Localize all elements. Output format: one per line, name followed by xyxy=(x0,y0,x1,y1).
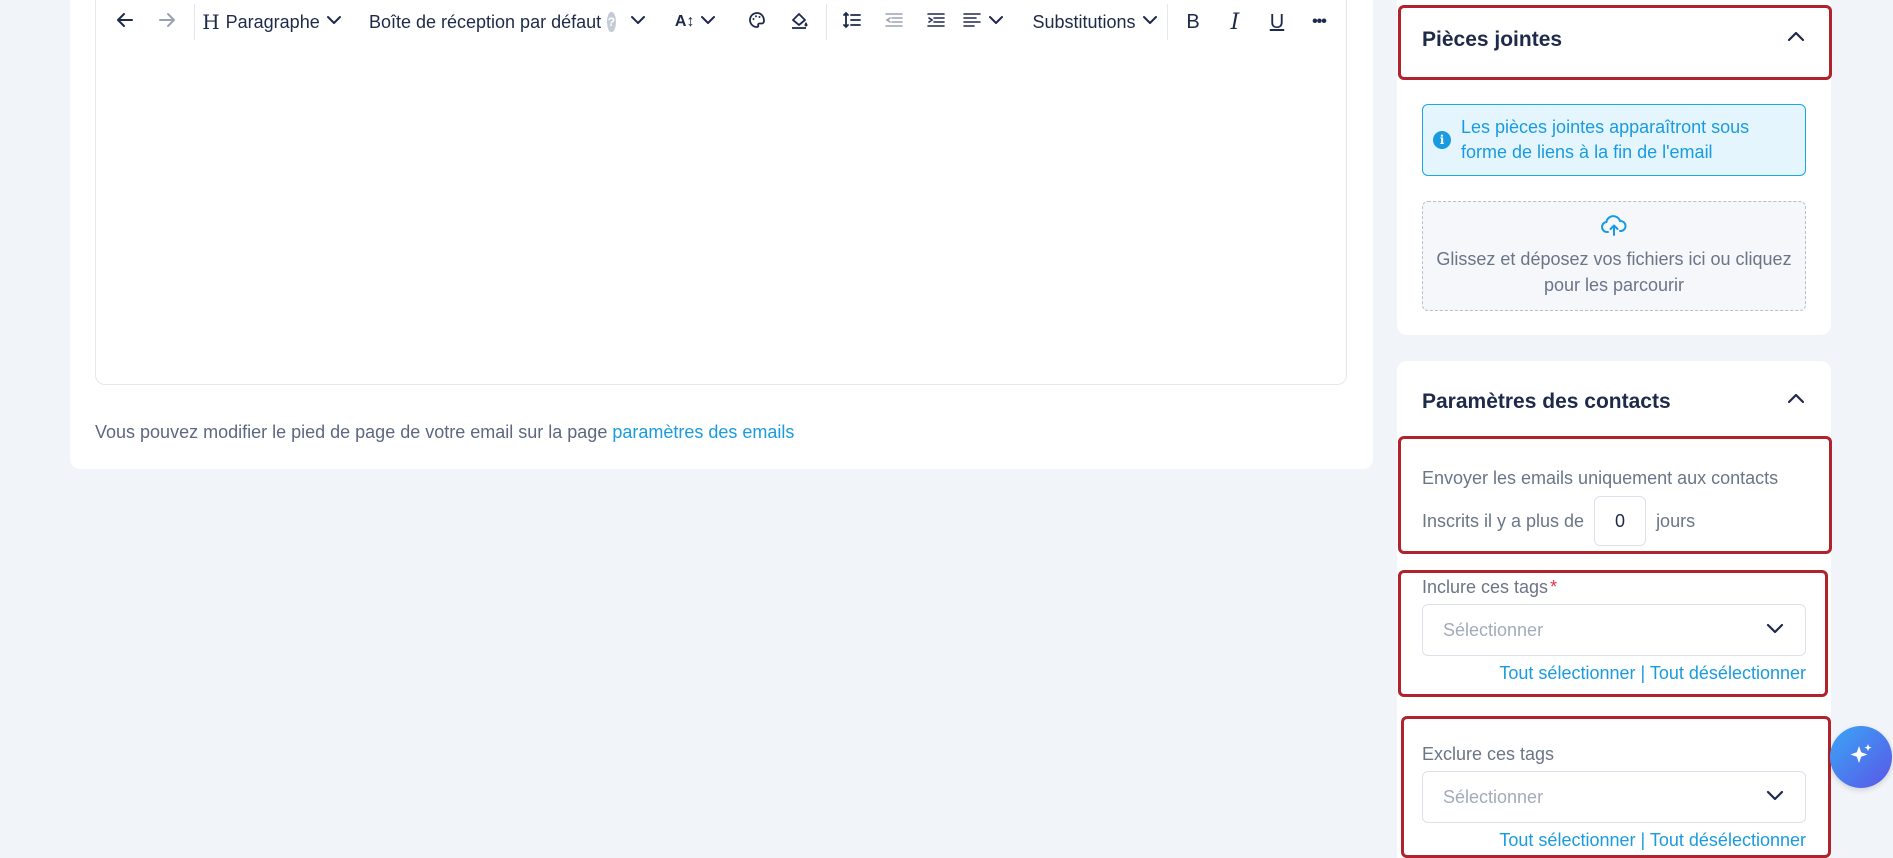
bold-button[interactable]: B xyxy=(1178,6,1208,38)
paragraph-style-dropdown[interactable]: H Paragraphe xyxy=(202,6,342,38)
info-icon: i xyxy=(1433,131,1451,149)
line-height-icon xyxy=(842,10,862,35)
chevron-down-icon xyxy=(700,12,716,33)
undo-button[interactable] xyxy=(110,6,140,38)
toolbar-divider xyxy=(194,4,195,40)
contact-settings-header[interactable]: Paramètres des contacts xyxy=(1422,384,1806,420)
italic-button[interactable]: I xyxy=(1220,6,1250,38)
paragraph-style-label: Paragraphe xyxy=(225,11,320,32)
email-settings-link[interactable]: paramètres des emails xyxy=(612,422,794,442)
font-size-dropdown[interactable]: A↕ xyxy=(674,6,716,38)
indent-button[interactable] xyxy=(921,6,951,38)
toolbar-divider xyxy=(1167,4,1168,40)
arrow-left-icon xyxy=(115,10,135,35)
align-dropdown[interactable] xyxy=(962,6,1004,38)
help-icon[interactable]: ? xyxy=(607,12,616,32)
highlight-attachments-header xyxy=(1398,5,1832,80)
font-size-icon: A↕ xyxy=(674,13,695,30)
inbox-dropdown[interactable]: Boîte de réception par défaut ? xyxy=(369,6,646,38)
sparkles-icon xyxy=(1846,740,1876,775)
ai-assistant-button[interactable] xyxy=(1830,726,1892,788)
footer-note: Vous pouvez modifier le pied de page de … xyxy=(95,422,794,443)
heading-icon: H xyxy=(202,10,220,34)
inbox-label: Boîte de réception par défaut xyxy=(368,11,602,32)
file-dropzone[interactable]: Glissez et déposez vos fichiers ici ou c… xyxy=(1422,201,1806,311)
text-color-button[interactable] xyxy=(742,6,772,38)
attachments-info-alert: i Les pièces jointes apparaîtront sous f… xyxy=(1422,104,1806,176)
paint-bucket-icon xyxy=(789,10,809,35)
bold-icon: B xyxy=(1186,10,1200,33)
align-left-icon xyxy=(962,10,982,35)
outdent-icon xyxy=(884,10,904,35)
arrow-right-icon xyxy=(157,10,177,35)
footer-note-text: Vous pouvez modifier le pied de page de … xyxy=(95,422,608,442)
line-height-button[interactable] xyxy=(837,6,867,38)
chevron-down-icon xyxy=(988,12,1004,33)
underline-icon: U xyxy=(1269,10,1285,33)
substitutions-label: Substitutions xyxy=(1032,11,1136,32)
underline-button[interactable]: U xyxy=(1262,6,1292,38)
chevron-down-icon xyxy=(326,12,342,33)
cloud-upload-icon xyxy=(1601,214,1627,244)
dropzone-text: Glissez et déposez vos fichiers ici ou c… xyxy=(1436,248,1792,295)
highlight-include-tags xyxy=(1398,570,1828,697)
email-editor-card: H Paragraphe Boîte de réception par défa… xyxy=(70,0,1373,469)
highlight-send-only xyxy=(1398,436,1832,554)
more-options-button[interactable]: ••• xyxy=(1304,6,1334,38)
contact-settings-title: Paramètres des contacts xyxy=(1422,390,1671,413)
chevron-down-icon xyxy=(630,12,646,33)
attachments-info-text: Les pièces jointes apparaîtront sous for… xyxy=(1461,117,1750,162)
palette-icon xyxy=(747,10,767,35)
toolbar-divider xyxy=(825,4,827,40)
email-editor[interactable]: H Paragraphe Boîte de réception par défa… xyxy=(95,0,1347,385)
italic-icon: I xyxy=(1230,9,1240,35)
chevron-up-icon[interactable] xyxy=(1786,389,1806,415)
editor-toolbar: H Paragraphe Boîte de réception par défa… xyxy=(96,0,1346,44)
chevron-down-icon xyxy=(1142,12,1158,33)
outdent-button[interactable] xyxy=(879,6,909,38)
redo-button[interactable] xyxy=(152,6,182,38)
substitutions-dropdown[interactable]: Substitutions xyxy=(1032,6,1158,38)
more-icon: ••• xyxy=(1312,13,1327,30)
indent-icon xyxy=(926,10,946,35)
highlight-color-button[interactable] xyxy=(784,6,814,38)
highlight-exclude-tags xyxy=(1401,716,1831,858)
